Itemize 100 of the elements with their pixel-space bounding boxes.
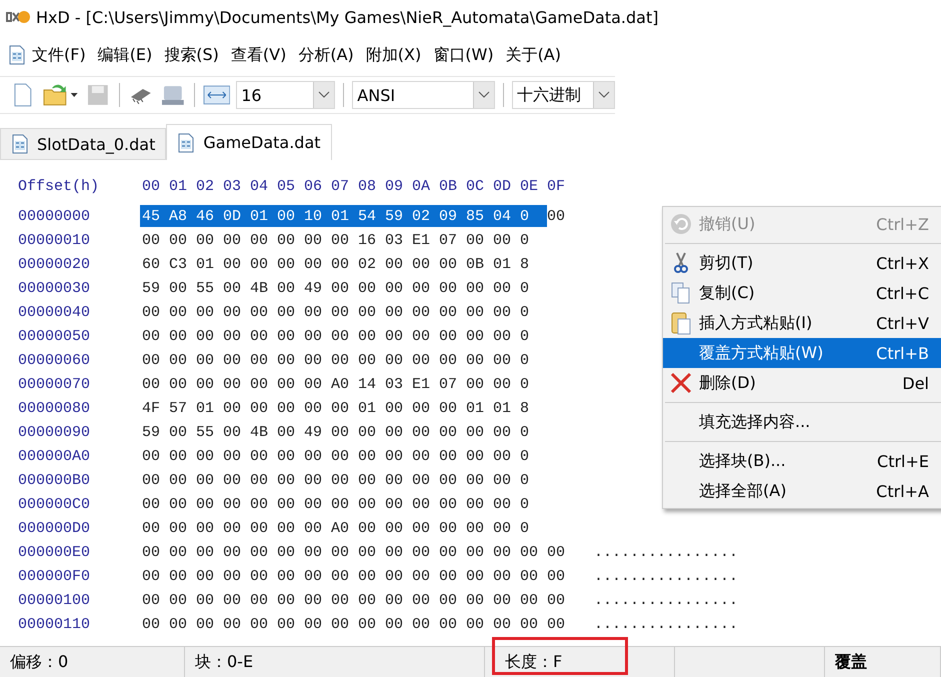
hex-byte: 00 xyxy=(331,256,350,272)
hex-byte: 00 xyxy=(223,568,242,584)
hex-byte: 00 xyxy=(169,280,188,296)
hex-byte: 00 xyxy=(358,496,378,512)
hex-byte: 00 xyxy=(250,520,270,536)
menu-item[interactable]: 分析(A) xyxy=(292,44,360,66)
menu-item[interactable]: 查看(V) xyxy=(224,44,292,66)
hex-byte: 00 xyxy=(439,616,458,632)
width-icon[interactable] xyxy=(202,84,230,106)
hex-byte: 00 xyxy=(304,352,324,368)
hex-byte: 00 xyxy=(385,472,404,488)
mode-combo[interactable]: 十六进制 xyxy=(512,81,615,109)
context-menu-item[interactable]: 覆盖方式粘贴(W) Ctrl+B xyxy=(663,338,941,368)
hex-byte: C3 xyxy=(169,256,188,272)
menu-item[interactable]: 编辑(E) xyxy=(92,44,158,66)
dropdown-icon xyxy=(598,91,610,99)
hex-byte: 00 xyxy=(250,616,270,632)
hex-byte: 00 xyxy=(223,448,242,464)
hex-byte: 00 xyxy=(250,544,270,560)
hex-byte: 00 xyxy=(385,256,404,272)
hex-byte: 45 xyxy=(142,208,162,224)
hex-byte: 0 xyxy=(520,304,530,320)
context-menu-item[interactable]: 删除(D) Del xyxy=(663,368,941,398)
hex-byte: 00 xyxy=(412,304,432,320)
row-offset: 000000E0 xyxy=(18,544,92,560)
hex-byte: 00 xyxy=(331,568,350,584)
file-tab[interactable]: SlotData_0.dat xyxy=(0,128,166,160)
context-menu-item[interactable]: 插入方式粘贴(I) Ctrl+V xyxy=(663,308,941,338)
hex-byte: 49 xyxy=(304,280,324,296)
hex-byte: 0D xyxy=(223,208,242,224)
paste-icon xyxy=(671,311,691,335)
hex-byte: 00 xyxy=(277,568,296,584)
document-icon xyxy=(177,132,196,152)
hex-byte: 00 xyxy=(277,400,296,416)
hex-byte: 00 xyxy=(223,376,242,392)
context-menu-item[interactable]: 选择全部(A) Ctrl+A xyxy=(663,476,941,506)
context-menu-item[interactable]: 填充选择内容... xyxy=(663,407,941,437)
hex-byte: 00 xyxy=(304,616,324,632)
hex-byte: 00 xyxy=(277,520,296,536)
column-header: 0C xyxy=(466,178,486,194)
hex-byte: 10 xyxy=(304,208,324,224)
context-menu-item[interactable]: 复制(C) Ctrl+C xyxy=(663,278,941,308)
hex-byte: 00 xyxy=(304,592,324,608)
open-folder-icon[interactable] xyxy=(42,82,80,108)
hex-byte: 00 xyxy=(493,232,512,248)
hex-byte: 00 xyxy=(493,328,512,344)
hex-byte: 00 xyxy=(223,304,242,320)
hex-byte: 55 xyxy=(196,424,216,440)
hex-byte: 00 xyxy=(466,544,486,560)
hex-byte: 07 xyxy=(439,232,458,248)
menu-item[interactable]: 附加(X) xyxy=(360,44,428,66)
hex-byte: 00 xyxy=(493,376,512,392)
status-cell: 长度：F xyxy=(485,647,675,677)
hex-byte: 00 xyxy=(466,328,486,344)
hex-byte: 00 xyxy=(466,304,486,320)
scissors-icon xyxy=(672,252,690,274)
hex-byte: 01 xyxy=(493,400,512,416)
file-tab[interactable]: GameData.dat xyxy=(166,124,332,160)
hex-byte: 00 xyxy=(412,544,432,560)
column-header: 04 xyxy=(250,178,270,194)
hex-byte: 00 xyxy=(223,472,242,488)
row-offset: 00000100 xyxy=(18,592,92,608)
hex-byte: 00 xyxy=(304,544,324,560)
hex-byte: 00 xyxy=(331,544,350,560)
hex-byte: 00 xyxy=(277,544,296,560)
row-offset: 00000000 xyxy=(18,208,92,224)
hex-byte: 00 xyxy=(331,280,350,296)
column-header: 0E xyxy=(520,178,540,194)
hex-byte: 59 xyxy=(142,424,162,440)
hex-byte: 01 xyxy=(466,400,486,416)
hex-byte: 00 xyxy=(196,376,216,392)
hex-byte: 00 xyxy=(358,280,378,296)
context-menu-item[interactable]: 选择块(B)... Ctrl+E xyxy=(663,446,941,476)
hex-byte: 00 xyxy=(277,208,296,224)
hex-byte: 00 xyxy=(358,568,378,584)
hex-byte: 00 xyxy=(520,544,540,560)
hex-byte: 0 xyxy=(520,352,530,368)
menu-item[interactable]: 关于(A) xyxy=(500,44,567,66)
hex-byte: 09 xyxy=(439,208,458,224)
hex-byte: 00 xyxy=(412,280,432,296)
row-offset: 00000050 xyxy=(18,328,92,344)
hex-byte: 00 xyxy=(466,592,486,608)
column-header: 06 xyxy=(304,178,324,194)
column-header: 08 xyxy=(358,178,378,194)
menu-item[interactable]: 搜索(S) xyxy=(158,44,225,66)
hex-byte: 00 xyxy=(196,472,216,488)
hex-byte: 00 xyxy=(412,448,432,464)
document-icon xyxy=(8,45,26,65)
menu-item[interactable]: 窗口(W) xyxy=(427,44,500,66)
hex-byte: 00 xyxy=(304,400,324,416)
charset-combo[interactable]: ANSI xyxy=(352,81,495,109)
hex-byte: 00 xyxy=(142,448,162,464)
hex-byte: 00 xyxy=(385,304,404,320)
menu-item[interactable]: 文件(F) xyxy=(26,44,92,66)
bytes-per-row-combo[interactable]: 16 xyxy=(236,81,336,109)
hex-byte: 00 xyxy=(439,304,458,320)
hex-byte: 00 xyxy=(250,232,270,248)
context-menu-item[interactable]: 剪切(T) Ctrl+X xyxy=(663,248,941,278)
hex-byte: 00 xyxy=(439,352,458,368)
hex-byte: 00 xyxy=(169,376,188,392)
